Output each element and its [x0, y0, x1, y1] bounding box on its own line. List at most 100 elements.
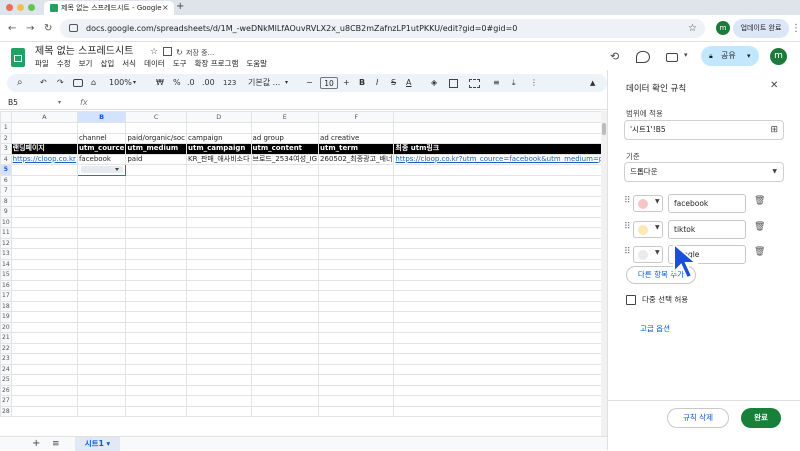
grid-cell[interactable]: [250, 185, 320, 197]
grid-cell[interactable]: [76, 353, 127, 365]
grid-cell[interactable]: [393, 332, 601, 344]
number-format-button[interactable]: 123: [223, 74, 236, 92]
column-header[interactable]: B: [76, 111, 127, 123]
grid-cell[interactable]: channel: [76, 132, 127, 144]
grid-cell[interactable]: [76, 248, 127, 260]
borders-icon[interactable]: [449, 79, 458, 88]
close-window-dot[interactable]: [6, 4, 13, 11]
meet-video-icon[interactable]: [666, 53, 678, 62]
grid-cell[interactable]: [185, 227, 252, 239]
column-header[interactable]: F: [318, 111, 395, 123]
grid-cell[interactable]: ad group: [250, 132, 320, 144]
row-header[interactable]: 6: [0, 174, 12, 186]
bold-button[interactable]: B: [359, 74, 365, 92]
grid-cell[interactable]: [125, 174, 187, 186]
grid-cell[interactable]: [318, 122, 395, 134]
grid-cell[interactable]: [250, 311, 320, 323]
grid-cell[interactable]: [76, 342, 127, 354]
grid-cell[interactable]: [76, 164, 127, 176]
grid-cell[interactable]: utm_cource: [76, 143, 127, 155]
grid-cell[interactable]: [393, 353, 601, 365]
font-dropdown-icon[interactable]: ▾: [285, 74, 288, 92]
grid-cell[interactable]: [76, 395, 127, 407]
increase-decimal-button[interactable]: .00: [202, 74, 215, 92]
grid-cell[interactable]: 랜딩페이지: [10, 143, 78, 155]
grid-cell[interactable]: [393, 174, 601, 186]
grid-cell[interactable]: [125, 384, 187, 396]
back-icon[interactable]: ←: [8, 19, 16, 38]
minimize-window-dot[interactable]: [17, 4, 24, 11]
grid-cell[interactable]: [318, 185, 395, 197]
grid-cell[interactable]: [393, 132, 601, 144]
drag-handle-icon[interactable]: ⠿: [624, 222, 631, 232]
grid-cell[interactable]: [185, 405, 252, 417]
done-button[interactable]: 완료: [741, 408, 781, 428]
row-header[interactable]: 28: [0, 405, 12, 417]
grid-cell[interactable]: [125, 363, 187, 375]
grid-cell[interactable]: [393, 206, 601, 218]
grid-cell[interactable]: [318, 164, 395, 176]
grid-cell[interactable]: [393, 279, 601, 291]
grid-cell[interactable]: [125, 216, 187, 228]
print-icon[interactable]: [73, 79, 83, 87]
grid-cell[interactable]: [393, 311, 601, 323]
grid-cell[interactable]: [185, 216, 252, 228]
forward-icon[interactable]: →: [26, 19, 34, 38]
grid-cell[interactable]: 260502_최종광고_배너: [318, 153, 395, 165]
grid-cell[interactable]: [125, 311, 187, 323]
grid-cell[interactable]: [250, 405, 320, 417]
grid-cell[interactable]: facebook: [76, 153, 127, 165]
grid-cell[interactable]: [125, 290, 187, 302]
italic-button[interactable]: I: [376, 74, 378, 92]
zoom-select[interactable]: 100%: [109, 74, 132, 92]
user-avatar[interactable]: m: [770, 48, 787, 65]
grid-cell[interactable]: [10, 248, 78, 260]
column-header[interactable]: C: [125, 111, 187, 123]
grid-cell[interactable]: [125, 269, 187, 281]
grid-cell[interactable]: [76, 300, 127, 312]
grid-cell[interactable]: [125, 279, 187, 291]
merge-cells-icon[interactable]: [469, 79, 480, 88]
text-color-button[interactable]: A: [406, 74, 411, 92]
grid-cell[interactable]: [318, 384, 395, 396]
menu-edit[interactable]: 수정: [57, 59, 71, 69]
grid-cell[interactable]: [76, 321, 127, 333]
grid-cell[interactable]: [318, 374, 395, 386]
site-info-icon[interactable]: [69, 24, 78, 32]
grid-cell[interactable]: [318, 342, 395, 354]
grid-cell[interactable]: [393, 342, 601, 354]
grid-cell[interactable]: [250, 258, 320, 270]
decrease-decimal-button[interactable]: .0: [187, 74, 195, 92]
zoom-dropdown-icon[interactable]: ▾: [133, 74, 136, 92]
grid-cell[interactable]: [318, 353, 395, 365]
grid-cell[interactable]: [393, 405, 601, 417]
grid-cell[interactable]: [250, 206, 320, 218]
horizontal-align-icon[interactable]: ≡: [493, 74, 500, 92]
grid-cell[interactable]: [393, 248, 601, 260]
row-header[interactable]: 7: [0, 185, 12, 197]
grid-cell[interactable]: [318, 300, 395, 312]
all-sheets-icon[interactable]: ≡: [52, 437, 60, 451]
comments-icon[interactable]: [636, 51, 650, 63]
version-history-icon[interactable]: ⟲: [610, 50, 619, 63]
menu-data[interactable]: 데이터: [144, 59, 165, 69]
grid-cell[interactable]: [318, 311, 395, 323]
row-header[interactable]: 17: [0, 290, 12, 302]
grid-cell[interactable]: [125, 195, 187, 207]
grid-cell[interactable]: [10, 164, 78, 176]
row-header[interactable]: 5: [0, 164, 12, 176]
grid-cell[interactable]: https://cloop.co.kr?utm_cource=facebook&…: [393, 153, 601, 165]
delete-option-icon[interactable]: 🗑︎: [754, 222, 765, 232]
option-input[interactable]: tiktok: [668, 220, 746, 239]
grid-cell[interactable]: [10, 132, 78, 144]
currency-format-button[interactable]: ₩: [156, 74, 164, 92]
grid-cell[interactable]: [250, 384, 320, 396]
column-header[interactable]: D: [185, 111, 252, 123]
fill-color-icon[interactable]: ◈: [431, 74, 437, 92]
criteria-select[interactable]: 드롭다운 ▼: [624, 162, 784, 182]
menu-tools[interactable]: 도구: [173, 59, 187, 69]
grid-cell[interactable]: [318, 269, 395, 281]
row-header[interactable]: 1: [0, 122, 12, 134]
grid-cell[interactable]: [250, 174, 320, 186]
share-button[interactable]: 🔒︎ 공유 ▾: [701, 46, 759, 66]
